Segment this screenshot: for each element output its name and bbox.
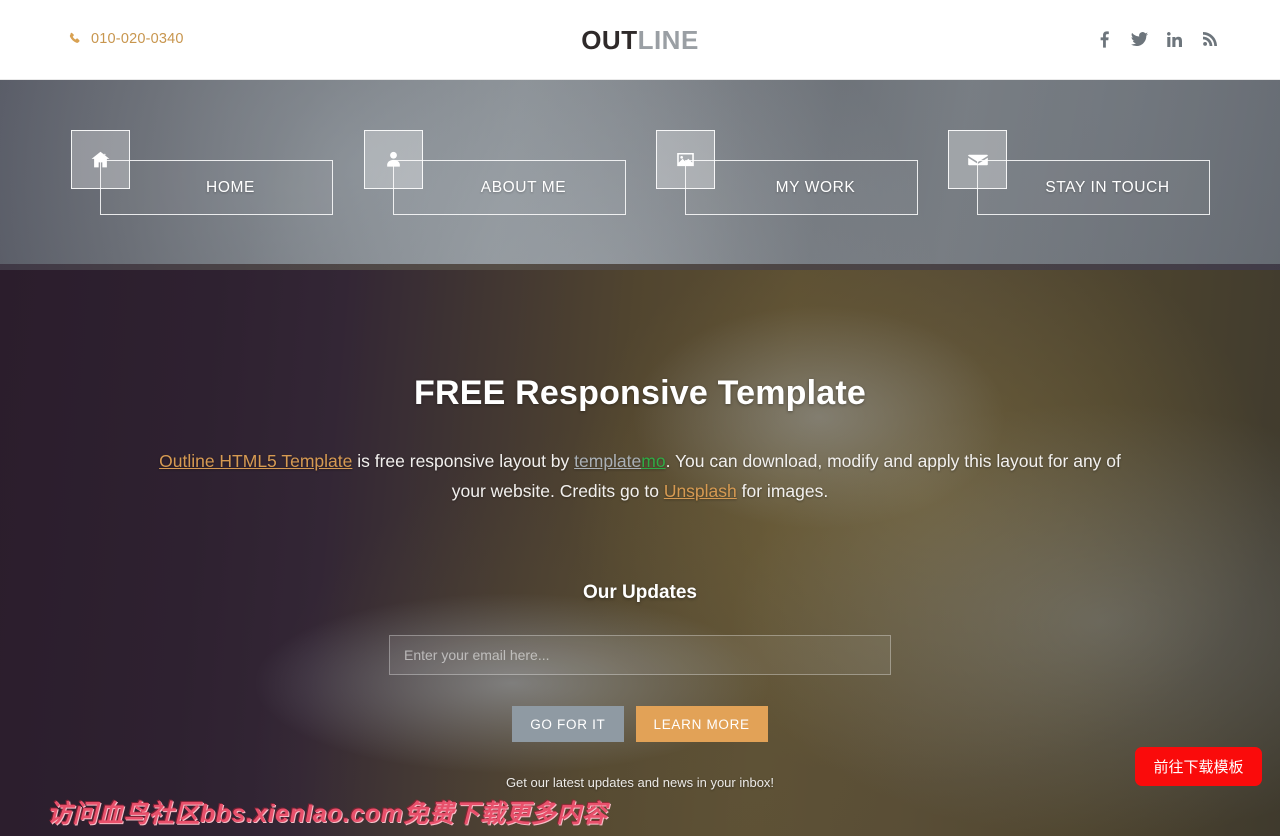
sidebar-item-home[interactable]: HOME [71,80,333,270]
facebook-icon[interactable] [1096,29,1113,49]
nav-box-work[interactable]: MY WORK [685,160,918,215]
nav-box-about[interactable]: ABOUT ME [393,160,626,215]
home-icon[interactable] [71,130,130,189]
link-templatemo-part1[interactable]: template [574,451,641,471]
link-templatemo-part2[interactable]: mo [641,451,665,471]
image-icon[interactable] [656,130,715,189]
top-bar: 010-020-0340 OUTLINE [0,0,1280,80]
link-outline-template[interactable]: Outline HTML5 Template [159,451,352,471]
hero-button-row: GO FOR IT LEARN MORE [0,706,1280,742]
newsletter-note: Get our latest updates and news in your … [505,775,775,790]
hero-description: Outline HTML5 Template is free responsiv… [140,446,1140,506]
nav-label-work: MY WORK [775,178,856,196]
logo-text-primary: OUT [581,25,638,55]
watermark-text: 访问血鸟社区bbs.xienIao.com免费下载更多内容 [47,800,608,828]
hero-content: FREE Responsive Template Outline HTML5 T… [0,270,1280,836]
site-logo[interactable]: OUTLINE [0,25,1280,56]
hero-text-1: is free responsive layout by [352,451,575,471]
linkedin-icon[interactable] [1166,29,1183,49]
hero-section: FREE Responsive Template Outline HTML5 T… [0,270,1280,836]
twitter-icon[interactable] [1131,29,1148,49]
nav-label-about: ABOUT ME [480,178,567,196]
download-template-button[interactable]: 前往下载模板 [1135,747,1262,786]
sidebar-item-about[interactable]: ABOUT ME [364,80,626,270]
sidebar-item-contact[interactable]: STAY IN TOUCH [948,80,1210,270]
nav-box-home[interactable]: HOME [100,160,333,215]
navigation-items: HOME ABOUT ME MY WORK STAY IN TOUCH [0,80,1280,270]
email-input[interactable] [389,635,891,675]
nav-label-contact: STAY IN TOUCH [1045,178,1170,196]
social-links [1096,29,1218,49]
hero-text-3: for images. [736,481,829,501]
nav-box-contact[interactable]: STAY IN TOUCH [977,160,1210,215]
sidebar-item-work[interactable]: MY WORK [656,80,918,270]
nav-label-home: HOME [206,178,255,196]
main-navigation-band: HOME ABOUT ME MY WORK STAY IN TOUCH [0,80,1280,270]
page-title: FREE Responsive Template [414,374,866,412]
learn-more-button[interactable]: LEARN MORE [635,706,768,742]
envelope-icon[interactable] [948,130,1007,189]
user-icon[interactable] [364,130,423,189]
rss-icon[interactable] [1201,29,1218,49]
link-unsplash[interactable]: Unsplash [664,481,737,501]
logo-text-secondary: LINE [637,25,699,55]
go-for-it-button[interactable]: GO FOR IT [512,706,624,742]
updates-heading: Our Updates [582,582,698,603]
